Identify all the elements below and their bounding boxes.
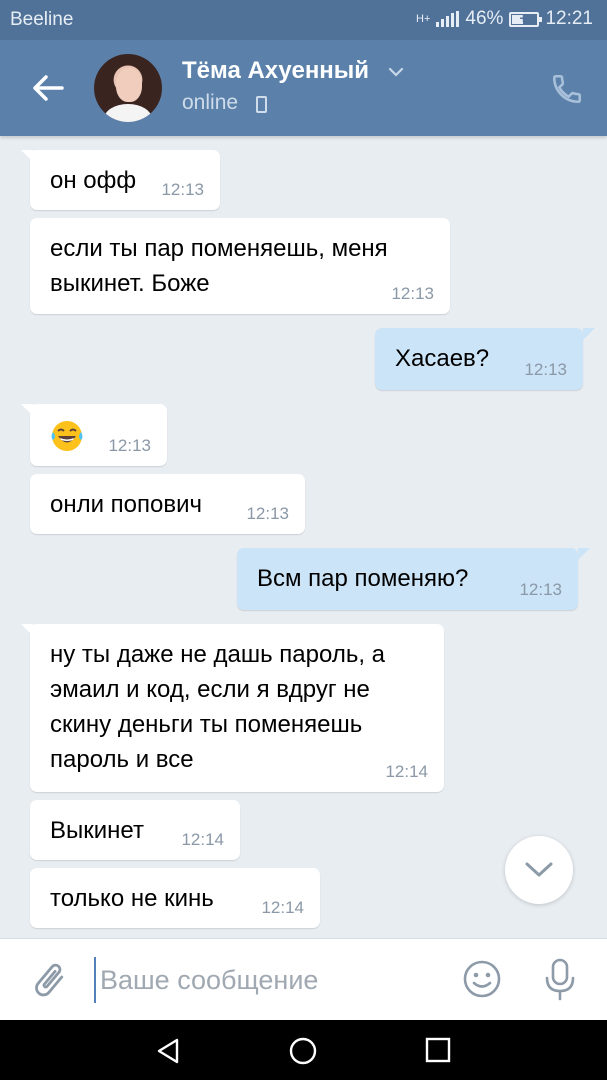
message-bubble-incoming[interactable]: 😂 12:13 — [21, 404, 167, 466]
emoji-button[interactable] — [462, 959, 502, 999]
message-text: ну ты даже не дашь пароль, а эмаил и код… — [50, 641, 386, 773]
attach-button[interactable] — [28, 957, 70, 1003]
message-time: 12:13 — [161, 180, 204, 199]
chevron-down-icon[interactable] — [388, 67, 404, 77]
message-bubble-outgoing[interactable]: Хасаев? 12:13 — [375, 328, 595, 390]
message-time: 12:14 — [261, 898, 304, 917]
tears-of-joy-emoji-icon — [51, 420, 83, 451]
message-time: 12:14 — [181, 830, 224, 849]
phone-icon — [552, 74, 582, 104]
carrier-name: Beeline — [10, 9, 74, 30]
arrow-left-icon — [33, 75, 64, 101]
message-bubble-outgoing[interactable]: Всм пар поменяю? 12:13 — [237, 548, 590, 610]
message-bubble-incoming[interactable]: Выкинет 12:14 — [30, 800, 240, 860]
message-input[interactable] — [94, 957, 434, 1003]
status-bar: Beeline H+ 46% + 12:21 — [0, 0, 607, 40]
message-bubble-incoming[interactable]: только не кинь 12:14 — [30, 868, 320, 928]
message-text: Всм пар поменяю? — [257, 565, 469, 592]
message-text: он офф — [50, 167, 137, 194]
back-button[interactable] — [28, 70, 68, 106]
scroll-to-bottom-button[interactable] — [505, 836, 573, 904]
microphone-button[interactable] — [543, 957, 577, 1003]
battery-percent: 46% — [465, 8, 504, 29]
message-composer — [0, 938, 607, 1020]
avatar-face — [116, 68, 142, 102]
message-list[interactable]: он офф 12:13 если ты пар поменяешь, меня… — [0, 136, 607, 938]
message-bubble-incoming[interactable]: если ты пар поменяешь, меня выкинет. Бож… — [30, 218, 450, 314]
nav-back-icon[interactable] — [153, 1036, 183, 1066]
message-text: только не кинь — [50, 885, 214, 912]
message-time: 12:13 — [108, 436, 151, 455]
signal-icon — [436, 11, 460, 27]
message-text: Хасаев? — [395, 345, 490, 372]
battery-icon: + — [509, 10, 543, 27]
message-time: 12:13 — [524, 360, 567, 379]
microphone-icon — [545, 958, 575, 1001]
nav-home-icon[interactable] — [288, 1036, 318, 1066]
avatar-shirt — [104, 104, 152, 122]
message-time: 12:13 — [519, 580, 562, 599]
message-text: онли попович — [50, 491, 203, 518]
contact-avatar[interactable] — [94, 54, 162, 122]
message-bubble-incoming[interactable]: онли попович 12:13 — [30, 474, 305, 534]
contact-status: online — [182, 91, 239, 114]
smiley-icon — [463, 960, 501, 998]
message-text: если ты пар поменяешь, меня выкинет. Бож… — [50, 235, 388, 297]
mobile-device-icon — [256, 96, 267, 113]
clock: 12:21 — [545, 8, 593, 29]
call-button[interactable] — [550, 72, 584, 106]
message-time: 12:14 — [385, 762, 428, 781]
status-icons: H+ 46% + 12:21 — [416, 8, 593, 30]
system-navigation-bar — [0, 1020, 607, 1080]
nav-recent-apps-icon[interactable] — [425, 1037, 451, 1063]
message-bubble-incoming[interactable]: ну ты даже не дашь пароль, а эмаил и код… — [21, 624, 444, 792]
message-time: 12:13 — [391, 284, 434, 303]
message-text: Выкинет — [50, 817, 144, 844]
contact-name[interactable]: Тёма Ахуенный — [182, 57, 369, 85]
paperclip-icon — [35, 963, 64, 997]
message-time: 12:13 — [246, 504, 289, 523]
chevron-down-icon — [525, 862, 553, 877]
chat-header: Тёма Ахуенный online — [0, 40, 607, 136]
message-bubble-incoming[interactable]: он офф 12:13 — [21, 150, 220, 210]
network-type: H+ — [416, 13, 431, 25]
